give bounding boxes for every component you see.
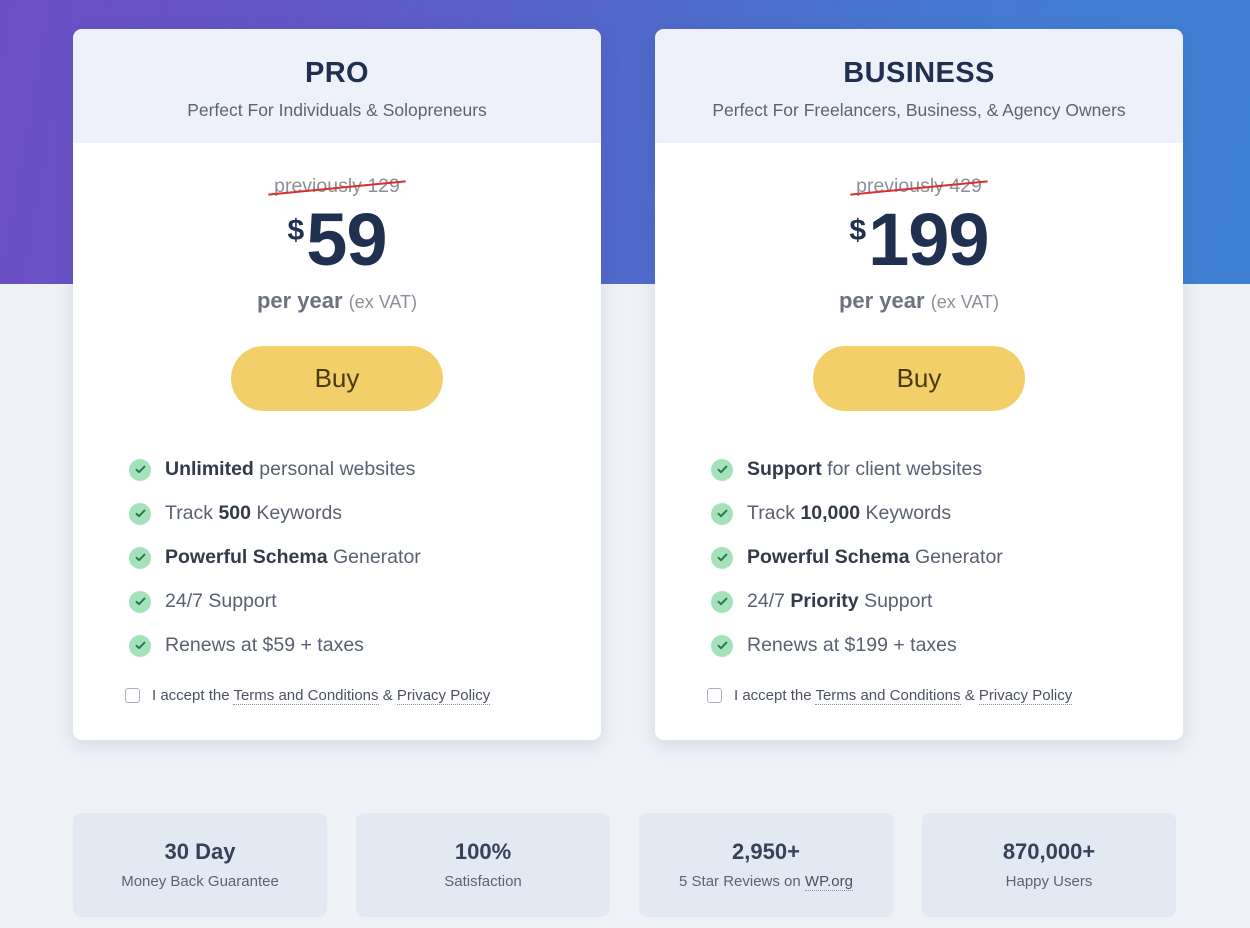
accept-terms-text-pro: I accept the Terms and Conditions & Priv… xyxy=(152,687,491,706)
trust-badge-label: Happy Users xyxy=(1005,872,1093,890)
plan-body-business: previously 429 $ 199 per year (ex VAT) B… xyxy=(655,143,1183,741)
trust-badge: 30 Day Money Back Guarantee xyxy=(73,813,327,917)
feature-text: 24/7 Priority Support xyxy=(747,590,933,613)
pricing-cards-row: PRO Perfect For Individuals & Solopreneu… xyxy=(73,29,1183,741)
feature-text: Renews at $59 + taxes xyxy=(165,634,364,657)
feature-text: Track 500 Keywords xyxy=(165,502,343,525)
feature-text: 24/7 Support xyxy=(165,590,277,613)
trust-badge-value: 30 Day xyxy=(164,838,236,864)
price-period-text-pro: per year xyxy=(256,288,343,314)
feature-item: 24/7 Priority Support xyxy=(711,590,1163,613)
price-vat-note-business: (ex VAT) xyxy=(930,292,1000,313)
feature-text: Track 10,000 Keywords xyxy=(747,502,952,525)
trust-badge-value: 2,950+ xyxy=(732,838,800,864)
feature-item: Track 500 Keywords xyxy=(129,502,581,525)
buy-button-wrap-pro: Buy xyxy=(93,346,581,412)
plan-title-pro: PRO xyxy=(304,57,370,89)
feature-item: Unlimited personal websites xyxy=(129,458,581,481)
feature-item: Renews at $199 + taxes xyxy=(711,634,1163,657)
price-period-pro: per year (ex VAT) xyxy=(93,288,581,314)
price-amount-pro: 59 xyxy=(306,198,387,282)
previous-price-business: previously 429 xyxy=(850,177,988,197)
check-circle-icon xyxy=(711,502,733,525)
feature-item: 24/7 Support xyxy=(129,590,581,613)
plan-card-business: BUSINESS Perfect For Freelancers, Busine… xyxy=(655,29,1183,741)
check-circle-icon xyxy=(129,502,151,525)
plan-title-business: BUSINESS xyxy=(843,57,995,89)
accept-terms-row-pro: I accept the Terms and Conditions & Priv… xyxy=(93,687,581,706)
feature-text: Support for client websites xyxy=(747,458,983,481)
previous-price-pro: previously 129 xyxy=(268,177,406,197)
check-circle-icon xyxy=(711,546,733,569)
trust-badge-label: Money Back Guarantee xyxy=(121,872,279,890)
trust-badge: 2,950+ 5 Star Reviews on WP.org xyxy=(639,813,893,917)
trust-badge: 100% Satisfaction xyxy=(356,813,610,917)
accept-terms-row-business: I accept the Terms and Conditions & Priv… xyxy=(675,687,1163,706)
feature-text: Powerful Schema Generator xyxy=(165,546,421,569)
privacy-policy-link-pro[interactable]: Privacy Policy xyxy=(396,687,491,706)
accept-terms-checkbox-pro[interactable] xyxy=(125,688,140,704)
check-circle-icon xyxy=(711,458,733,481)
accept-terms-checkbox-business[interactable] xyxy=(707,688,722,704)
feature-text: Renews at $199 + taxes xyxy=(747,634,957,657)
check-circle-icon xyxy=(129,546,151,569)
plan-body-pro: previously 129 $ 59 per year (ex VAT) Bu… xyxy=(73,143,601,741)
plan-subtitle-pro: Perfect For Individuals & Solopreneurs xyxy=(187,100,487,121)
check-circle-icon xyxy=(129,634,151,657)
trust-badges-row: 30 Day Money Back Guarantee 100% Satisfa… xyxy=(73,813,1183,917)
feature-list-pro: Unlimited personal websites Track 500 Ke… xyxy=(93,458,581,657)
check-circle-icon xyxy=(129,590,151,613)
currency-symbol-pro: $ xyxy=(287,214,305,248)
price-block-pro: previously 129 $ 59 per year (ex VAT) xyxy=(93,143,581,314)
wp-org-link[interactable]: WP.org xyxy=(804,872,853,891)
privacy-policy-link-business[interactable]: Privacy Policy xyxy=(978,687,1073,706)
feature-text: Unlimited personal websites xyxy=(165,458,416,481)
feature-item: Support for client websites xyxy=(711,458,1163,481)
price-period-business: per year (ex VAT) xyxy=(675,288,1163,314)
feature-list-business: Support for client websites Track 10,000… xyxy=(675,458,1163,657)
trust-badge-value: 870,000+ xyxy=(1002,838,1096,864)
trust-badge: 870,000+ Happy Users xyxy=(922,813,1176,917)
buy-button-pro[interactable]: Buy xyxy=(231,346,443,412)
plan-card-pro: PRO Perfect For Individuals & Solopreneu… xyxy=(73,29,601,741)
plan-subtitle-business: Perfect For Freelancers, Business, & Age… xyxy=(712,100,1126,121)
feature-text: Powerful Schema Generator xyxy=(747,546,1003,569)
feature-item: Powerful Schema Generator xyxy=(129,546,581,569)
currency-symbol-business: $ xyxy=(849,214,867,248)
terms-and-conditions-link-pro[interactable]: Terms and Conditions xyxy=(233,687,379,706)
feature-item: Renews at $59 + taxes xyxy=(129,634,581,657)
price-main-pro: $ 59 xyxy=(93,198,581,282)
buy-button-business[interactable]: Buy xyxy=(813,346,1025,412)
price-amount-business: 199 xyxy=(868,198,989,282)
feature-item: Track 10,000 Keywords xyxy=(711,502,1163,525)
trust-badge-label: Satisfaction xyxy=(444,872,522,890)
check-circle-icon xyxy=(711,590,733,613)
plan-header-pro: PRO Perfect For Individuals & Solopreneu… xyxy=(73,29,601,144)
buy-button-wrap-business: Buy xyxy=(675,346,1163,412)
trust-badge-label: 5 Star Reviews on WP.org xyxy=(679,872,853,891)
price-main-business: $ 199 xyxy=(675,198,1163,282)
plan-header-business: BUSINESS Perfect For Freelancers, Busine… xyxy=(655,29,1183,144)
terms-and-conditions-link-business[interactable]: Terms and Conditions xyxy=(815,687,961,706)
feature-item: Powerful Schema Generator xyxy=(711,546,1163,569)
price-vat-note-pro: (ex VAT) xyxy=(348,292,418,313)
accept-terms-text-business: I accept the Terms and Conditions & Priv… xyxy=(734,687,1073,706)
price-block-business: previously 429 $ 199 per year (ex VAT) xyxy=(675,143,1163,314)
trust-badge-value: 100% xyxy=(454,838,512,864)
check-circle-icon xyxy=(129,458,151,481)
price-period-text-business: per year xyxy=(838,288,925,314)
check-circle-icon xyxy=(711,634,733,657)
